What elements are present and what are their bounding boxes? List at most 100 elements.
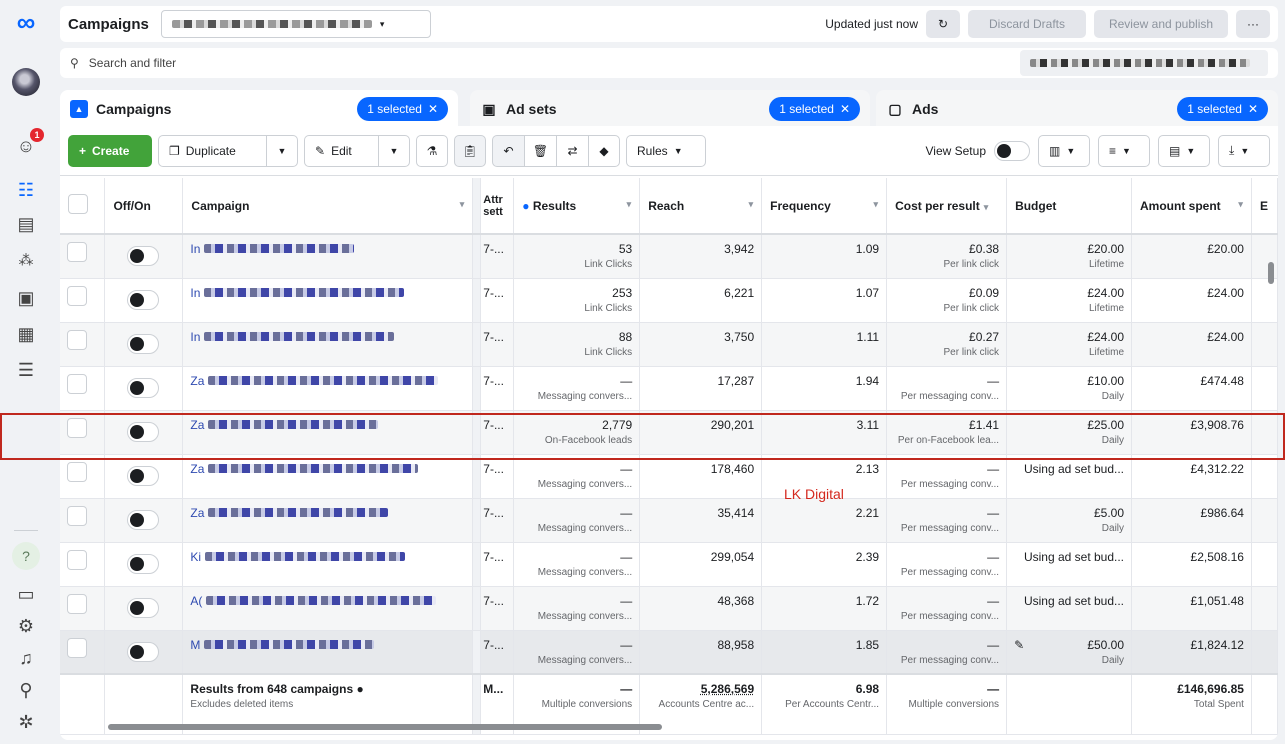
row-checkbox[interactable] [67, 549, 87, 570]
select-all-checkbox[interactable] [68, 194, 88, 214]
tab-campaigns[interactable]: ▲ Campaigns 1 selected ✕ [60, 90, 458, 128]
duplicate-dropdown-button[interactable]: ▼ [266, 134, 298, 167]
campaign-on-off-toggle[interactable] [127, 246, 160, 266]
search-icon[interactable]: ⚲ [12, 676, 40, 704]
bell-icon[interactable]: ♫ [12, 644, 40, 672]
campaign-on-off-toggle[interactable] [127, 509, 160, 530]
budget-cell[interactable]: £10.00 Daily [1006, 366, 1133, 411]
campaign-name-cell[interactable]: Ki [182, 542, 474, 587]
pages-icon[interactable]: ▤ [12, 210, 40, 238]
column-header-next[interactable]: E [1251, 178, 1278, 235]
horizontal-scrollbar[interactable] [108, 724, 662, 730]
campaign-name-cell[interactable]: In [182, 278, 474, 323]
column-header-results[interactable]: ● Results ▾ [513, 178, 641, 235]
column-header-cost-per-result[interactable]: Cost per result ▾ [886, 178, 1008, 235]
table-row[interactable]: Za 7-... — Messaging convers... 35,414 2.21 — P… [60, 498, 1278, 543]
reports-button[interactable]: ▤ ▼ [1158, 134, 1210, 167]
row-checkbox[interactable] [67, 417, 87, 438]
creative-hub-icon[interactable]: ▣ [12, 284, 40, 312]
table-row[interactable]: In 7-... 53 Link Clicks 3,942 1.09 £0.38 Per li… [60, 234, 1278, 279]
budget-cell[interactable]: £5.00 Daily [1006, 498, 1133, 543]
campaign-on-off-toggle[interactable] [127, 597, 160, 618]
review-and-publish-button[interactable]: Review and publish [1094, 10, 1228, 38]
export-download-button[interactable]: ⤓ ▼ [1218, 134, 1270, 167]
account-selector[interactable] [1020, 50, 1268, 76]
campaign-on-off-toggle[interactable] [127, 465, 160, 486]
campaign-name-link[interactable]: Ki [190, 550, 201, 564]
edit-button[interactable]: ✎ Edit [304, 134, 378, 167]
column-header-campaign[interactable]: Campaign ▾ [182, 178, 474, 235]
more-options-button[interactable]: ··· [1236, 10, 1270, 38]
table-row[interactable]: Ki 7-... — Messaging convers... 299,054 2.39—… [60, 542, 1278, 587]
table-row[interactable]: In 7-... 88 Link Clicks 3,750 1.11 £0.27 Per li… [60, 322, 1278, 367]
campaign-on-off-toggle[interactable] [127, 377, 160, 398]
campaign-name-link[interactable]: In [190, 242, 200, 256]
row-checkbox[interactable] [67, 285, 87, 306]
budget-cell[interactable]: £24.00 Lifetime [1006, 322, 1133, 367]
export-button[interactable]: ⇄ [556, 134, 588, 167]
column-header-attribution[interactable]: Attr sett [480, 178, 515, 235]
campaign-name-link[interactable]: Za [190, 374, 204, 388]
delete-button[interactable]: 🗑︎ [524, 134, 556, 167]
close-icon[interactable]: ✕ [428, 102, 438, 116]
row-checkbox[interactable] [67, 461, 87, 482]
table-row[interactable]: A(7-... — Messaging convers... 48,368 1.72 — P… [60, 586, 1278, 631]
selected-pill[interactable]: 1 selected ✕ [769, 97, 860, 121]
campaign-on-off-toggle[interactable] [127, 333, 160, 354]
view-setup-toggle[interactable] [994, 140, 1030, 161]
campaign-name-link[interactable]: In [190, 286, 200, 300]
meta-logo-icon[interactable]: ∞ [12, 7, 40, 37]
budget-cell[interactable]: £20.00 Lifetime [1006, 234, 1133, 279]
campaign-name-link[interactable]: A( [190, 594, 202, 608]
campaign-on-off-toggle[interactable] [127, 641, 160, 662]
campaign-name-link[interactable]: In [190, 330, 200, 344]
table-row[interactable]: In 7-... 253 Link Clicks 6,221 1.07 £0.09 Per l… [60, 278, 1278, 323]
campaign-name-link[interactable]: Za [190, 506, 204, 520]
bug-report-icon[interactable]: ✲ [12, 708, 40, 736]
all-tools-menu-icon[interactable]: ☰ [12, 356, 40, 384]
clipboard-button[interactable]: 📋︎ [454, 134, 486, 167]
budget-cell[interactable]: £25.00 Daily [1006, 410, 1133, 455]
settings-gear-icon[interactable]: ⚙ [12, 612, 40, 640]
row-checkbox[interactable] [67, 329, 87, 350]
column-header-reach[interactable]: Reach ▾ [639, 178, 763, 235]
tab-ads[interactable]: ▢ Ads 1 selected ✕ [876, 90, 1278, 128]
ab-test-button[interactable]: ⚗ [416, 134, 448, 167]
refresh-button[interactable]: ↻ [926, 10, 960, 38]
campaign-name-cell[interactable]: Za [182, 498, 474, 543]
table-row[interactable]: M 7-... — Messaging convers... 88,958 1.85 — Pe… [60, 630, 1278, 675]
campaign-selector-dropdown[interactable]: ▾ [160, 10, 431, 38]
search-input[interactable]: Search and filter [89, 56, 176, 70]
pencil-icon[interactable]: ✎ [1014, 638, 1024, 652]
tab-ad-sets[interactable]: ▣ Ad sets 1 selected ✕ [470, 90, 870, 128]
edit-dropdown-button[interactable]: ▼ [378, 134, 410, 167]
campaign-name-cell[interactable]: A( [182, 586, 474, 631]
row-checkbox[interactable] [67, 505, 87, 526]
budget-cell[interactable]: Using ad set bud... [1006, 454, 1133, 499]
tag-button[interactable]: ◆ [588, 134, 620, 167]
campaign-name-cell[interactable]: In [182, 234, 474, 279]
account-avatar[interactable] [12, 68, 40, 96]
duplicate-button[interactable]: ❐ Duplicate [158, 134, 266, 167]
column-header-amount-spent[interactable]: Amount spent ▾ [1131, 178, 1252, 235]
budget-cell[interactable]: ✎ £50.00 Daily [1006, 630, 1133, 675]
campaign-on-off-toggle[interactable] [127, 421, 160, 442]
close-icon[interactable]: ✕ [1248, 102, 1258, 116]
undo-button[interactable]: ↶ [492, 134, 524, 167]
campaign-name-cell[interactable]: M [182, 630, 474, 675]
budget-cell[interactable]: Using ad set bud... [1006, 542, 1133, 587]
notifications-icon[interactable]: ☺ 1 [12, 128, 44, 160]
help-icon[interactable]: ? [12, 542, 40, 570]
discard-drafts-button[interactable]: Discard Drafts [968, 10, 1086, 38]
vertical-scrollbar[interactable] [1268, 262, 1274, 284]
row-checkbox[interactable] [67, 242, 87, 262]
row-checkbox[interactable] [67, 373, 87, 394]
campaign-name-cell[interactable]: In [182, 322, 474, 367]
campaign-name-cell[interactable]: Za [182, 410, 474, 455]
column-header-budget[interactable]: Budget [1006, 178, 1133, 235]
create-button[interactable]: + Create [68, 134, 152, 167]
selected-pill[interactable]: 1 selected ✕ [1177, 97, 1268, 121]
campaign-name-cell[interactable]: Za [182, 454, 474, 499]
campaign-on-off-toggle[interactable] [127, 553, 160, 574]
budget-cell[interactable]: £24.00 Lifetime [1006, 278, 1133, 323]
